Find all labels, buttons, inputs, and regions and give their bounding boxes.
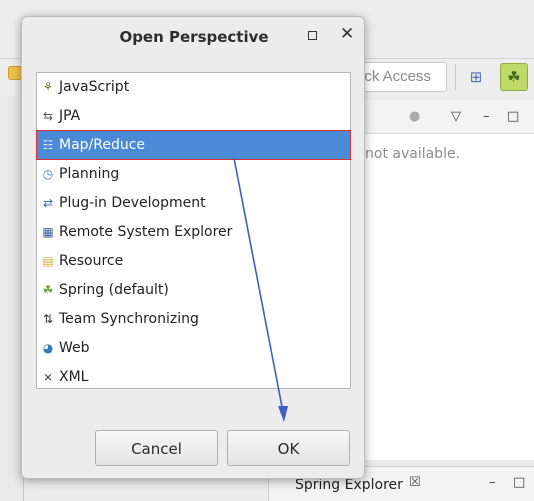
spring-perspective-icon[interactable]: ☘ [500, 63, 528, 91]
list-item-plugin-development[interactable]: ⇄ Plug-in Development [37, 189, 350, 217]
chevron-down-icon[interactable]: ▽ [451, 109, 461, 124]
view-panel: ● ▽ – □ not available. [352, 100, 534, 460]
planning-icon: ◷ [42, 167, 54, 181]
view-message: not available. [365, 146, 461, 162]
close-icon[interactable]: ☒ [409, 475, 421, 490]
spring-leaf-icon: ☘ [42, 283, 54, 297]
minimize-icon[interactable]: – [489, 475, 496, 490]
list-item-label: JPA [59, 108, 81, 124]
list-item-team-synchronizing[interactable]: ⇅ Team Synchronizing [37, 305, 350, 333]
list-item-planning[interactable]: ◷ Planning [37, 160, 350, 188]
maximize-icon[interactable] [308, 31, 317, 40]
list-item-label: Plug-in Development [59, 195, 206, 211]
cancel-button[interactable]: Cancel [95, 430, 218, 466]
xml-icon: ⨯ [42, 370, 54, 384]
web-globe-icon: ◕ [42, 341, 54, 355]
list-item-label: XML [59, 369, 89, 385]
ok-button[interactable]: OK [227, 430, 350, 466]
list-item-jpa[interactable]: ⇆ JPA [37, 102, 350, 130]
list-item-label: Map/Reduce [59, 137, 146, 153]
list-item-mapreduce[interactable]: ☷ Map/Reduce [36, 130, 351, 160]
ide-toolbar-icon[interactable] [8, 66, 22, 80]
minimize-icon[interactable]: – [483, 109, 490, 124]
list-item-label: Planning [59, 166, 120, 182]
remote-system-icon: ▦ [42, 225, 54, 239]
list-item-label: Team Synchronizing [59, 311, 199, 327]
list-item-resource[interactable]: ▤ Resource [37, 247, 350, 275]
maximize-icon[interactable]: □ [507, 109, 519, 124]
plugin-icon: ⇄ [42, 196, 54, 210]
list-item-label: JavaScript [59, 79, 130, 95]
toolbar-separator [455, 64, 456, 90]
list-item-label: Remote System Explorer [59, 224, 233, 240]
list-item-label: Resource [59, 253, 124, 269]
view-header: ● ▽ – □ [353, 100, 534, 134]
perspective-list[interactable]: ⚘ JavaScript ⇆ JPA ☷ Map/Reduce ◷ Planni… [36, 72, 351, 389]
list-item-label: Web [59, 340, 90, 356]
list-item-xml[interactable]: ⨯ XML [37, 363, 350, 391]
sync-icon: ⇅ [42, 312, 54, 326]
quick-access-input[interactable]: ick Access [352, 62, 447, 92]
open-perspective-dialog: Open Perspective ✕ ⚘ JavaScript ⇆ JPA ☷ … [21, 16, 365, 479]
view-menu-icon[interactable]: ● [409, 109, 420, 124]
folder-icon: ▤ [42, 254, 54, 268]
open-perspective-icon[interactable]: ⊞ [462, 63, 490, 91]
maximize-icon[interactable]: □ [513, 475, 525, 490]
list-item-label: Spring (default) [59, 282, 169, 298]
list-item-web[interactable]: ◕ Web [37, 334, 350, 362]
list-item-javascript[interactable]: ⚘ JavaScript [37, 73, 350, 101]
list-item-spring[interactable]: ☘ Spring (default) [37, 276, 350, 304]
javascript-icon: ⚘ [42, 80, 54, 94]
tab-spring-explorer[interactable]: Spring Explorer [295, 477, 403, 493]
jpa-icon: ⇆ [42, 109, 54, 123]
close-icon[interactable]: ✕ [340, 24, 354, 44]
mapreduce-icon: ☷ [42, 138, 54, 152]
list-item-remote-system-explorer[interactable]: ▦ Remote System Explorer [37, 218, 350, 246]
